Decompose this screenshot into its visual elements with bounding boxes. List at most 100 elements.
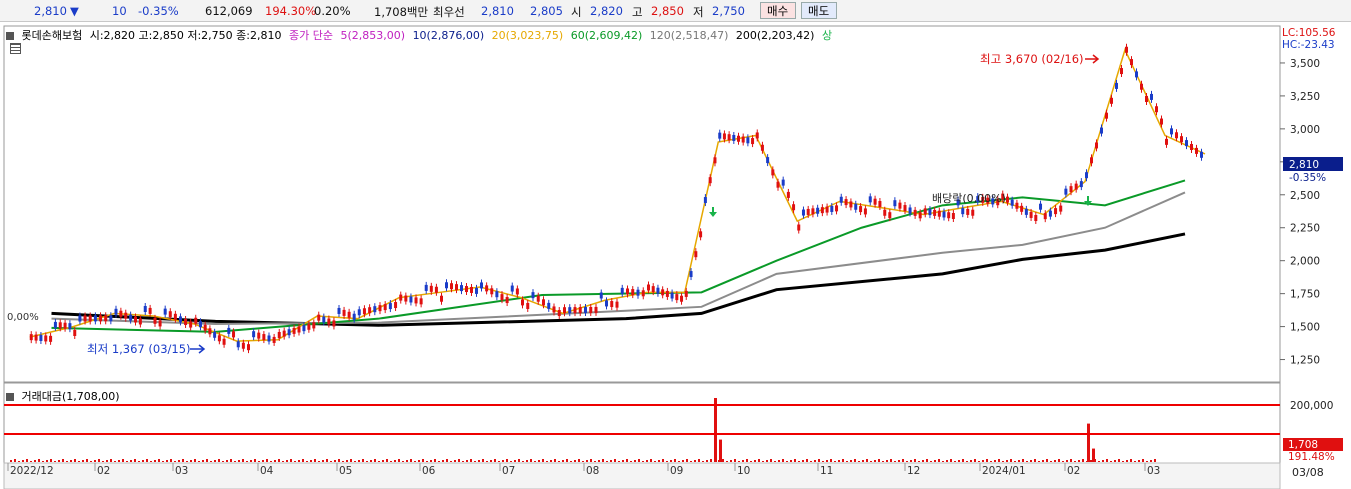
candle-body [373,306,377,313]
candle-body [641,290,645,297]
candle-body [801,209,805,216]
price-chart: 1,2501,5001,7502,0002,2502,5002,7503,000… [3,25,1343,489]
volume-bar [938,459,940,462]
candle-body [918,212,922,219]
candle-body [505,297,509,304]
candle-body [158,320,162,327]
volume-bar [142,460,144,462]
volume-bar [698,459,700,462]
legend-checkbox-icon[interactable] [6,32,14,40]
candle-body [49,335,53,342]
volume-bar [78,461,80,462]
current-price: 2,810 [34,4,67,18]
candle-body [347,311,351,318]
candle-body [620,287,624,294]
candle-body [732,134,736,141]
volume-bar [234,461,236,462]
volume-bar [670,460,672,462]
volume-bar [854,459,856,462]
volume-bar [166,460,168,462]
volume-bar [22,460,24,462]
candle-body [1074,183,1078,190]
candle-body [104,315,108,322]
grid-toggle-icon[interactable] [10,43,21,54]
volume-bar [122,459,124,462]
volume-bar [1058,459,1060,462]
volume-bar [606,461,608,462]
candle-body [510,285,514,292]
volume-bar [618,461,620,462]
candle-body [552,306,556,313]
volume-bar [1126,460,1128,462]
candle-body [746,137,750,144]
candle-body [933,209,937,216]
low-label: 저 [693,5,704,19]
volume-bar [986,459,988,462]
volume-bar [262,460,264,462]
volume-bar [454,460,456,462]
candle-body [937,210,941,217]
volume-bar [518,459,520,462]
candle-body [352,313,356,320]
volume-bar [1018,460,1020,462]
volume-bar [70,460,72,462]
candle-body [839,196,843,203]
candle-body [610,301,614,308]
volume-bar [14,459,16,462]
candle-body [776,181,780,188]
candle-body [307,323,311,330]
volume-legend-checkbox-icon[interactable] [6,393,14,401]
volume-bar [654,461,656,462]
candle-body [297,326,301,333]
volume-bar [278,459,280,462]
volume-bar [526,460,528,462]
buy-button[interactable]: 매수 [760,2,796,19]
candle-body [1079,181,1083,188]
volume-bar [294,461,296,462]
candle-body [816,207,820,214]
y-tick-label: 1,250 [1290,355,1320,367]
x-tick-label: 07 [502,465,515,477]
volume-bar [1046,459,1048,462]
candle-body [440,295,443,302]
candle-body [247,344,250,351]
candle-body [741,136,745,143]
volume-bar [650,459,652,462]
candle-body [322,316,326,323]
volume-bar [154,460,156,462]
candle-body [1175,132,1178,139]
legend-ma60: 60(2,609,42) [570,29,643,42]
candle-body [404,295,408,302]
candle-body [39,334,43,341]
volume-bar [254,459,256,462]
volume-bar [730,460,732,462]
candle-body [277,331,281,338]
candle-body [928,209,932,216]
volume-bar [242,459,244,462]
volume-bar [886,460,888,462]
candle-body [923,208,927,215]
volume-bar [106,460,108,462]
volume-bar [1042,460,1044,462]
candle-body [1029,211,1033,218]
candle-body [971,209,975,216]
candle-body [656,287,660,294]
volume-bar [1002,461,1004,462]
candle-body [563,307,566,314]
y-tick-label: 2,500 [1290,190,1320,202]
volume-bar [770,459,772,462]
sell-button[interactable]: 매도 [801,2,837,19]
volume-bar [330,461,332,462]
candle-body [599,292,603,299]
candle-body [362,308,366,315]
candle-body [1190,143,1193,150]
volume-bar [386,459,388,462]
volume-bar [998,459,1000,462]
volume-bar [86,459,88,462]
trade-amount: 1,708백만 [374,5,429,19]
volume-spike-bar [719,439,722,462]
volume-bar [862,460,864,462]
candle-body [665,290,669,297]
volume-bar [598,460,600,462]
candle-body [78,315,82,322]
